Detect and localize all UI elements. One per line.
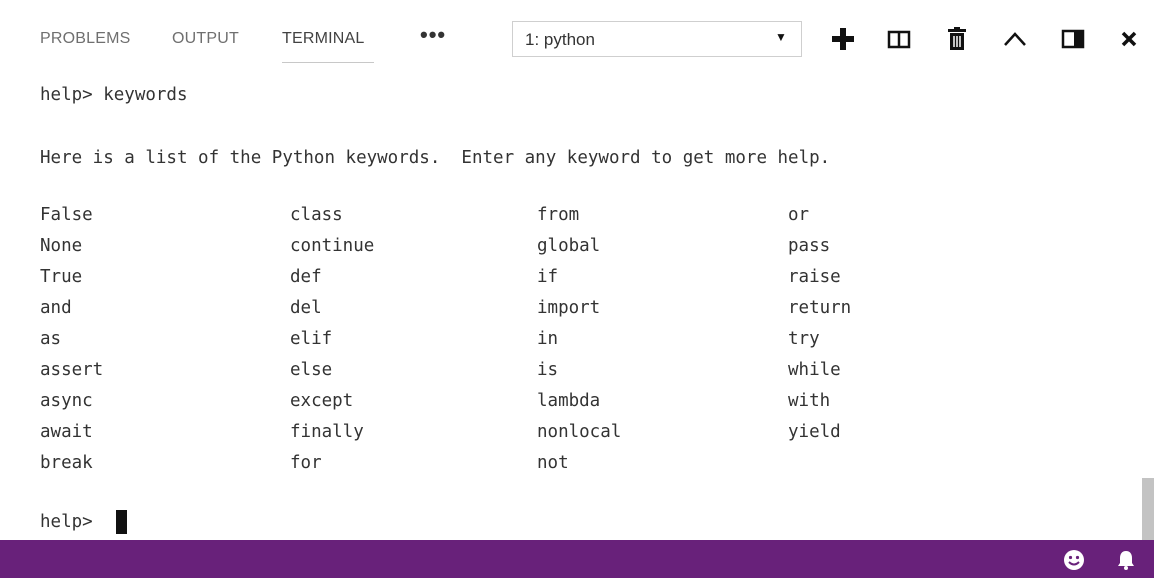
keyword-cell: await xyxy=(40,422,93,442)
terminal-cursor xyxy=(116,510,127,534)
panel-header: PROBLEMS OUTPUT TERMINAL ••• 1: python ▼ xyxy=(0,0,1154,80)
plus-icon[interactable] xyxy=(828,24,858,54)
command-line: help> keywords xyxy=(40,85,188,105)
active-tab-indicator xyxy=(282,62,374,63)
help-prompt: help> xyxy=(40,512,93,532)
keyword-cell: pass xyxy=(788,236,831,256)
keyword-cell: global xyxy=(537,236,601,256)
keyword-cell: True xyxy=(40,267,83,287)
keyword-cell: nonlocal xyxy=(537,422,622,442)
keyword-cell: except xyxy=(290,391,354,411)
keyword-cell: as xyxy=(40,329,62,349)
keyword-cell: in xyxy=(537,329,559,349)
keyword-cell: from xyxy=(537,205,580,225)
keyword-cell: and xyxy=(40,298,72,318)
keyword-cell: async xyxy=(40,391,93,411)
scrollbar[interactable] xyxy=(1142,478,1154,540)
keyword-cell: not xyxy=(537,453,569,473)
keywords-intro: Here is a list of the Python keywords. E… xyxy=(40,148,831,168)
terminal-select[interactable]: 1: python ▼ xyxy=(512,21,802,57)
keyword-cell: assert xyxy=(40,360,104,380)
split-icon[interactable] xyxy=(884,24,914,54)
chevron-up-icon[interactable] xyxy=(1000,24,1030,54)
keyword-cell: for xyxy=(290,453,322,473)
keyword-cell: import xyxy=(537,298,601,318)
keyword-cell: del xyxy=(290,298,322,318)
keyword-cell: if xyxy=(537,267,559,287)
keyword-cell: yield xyxy=(788,422,841,442)
more-actions-button[interactable]: ••• xyxy=(420,22,446,48)
dropdown-arrow-icon: ▼ xyxy=(775,30,787,44)
tab-problems[interactable]: PROBLEMS xyxy=(40,30,131,48)
maximize-panel-icon[interactable] xyxy=(1058,24,1088,54)
keyword-cell: False xyxy=(40,205,93,225)
keyword-cell: class xyxy=(290,205,343,225)
keyword-cell: try xyxy=(788,329,820,349)
keyword-cell: or xyxy=(788,205,810,225)
status-bar xyxy=(0,540,1154,578)
keyword-cell: with xyxy=(788,391,831,411)
keyword-cell: continue xyxy=(290,236,375,256)
keyword-cell: lambda xyxy=(537,391,601,411)
keyword-cell: return xyxy=(788,298,852,318)
keyword-cell: while xyxy=(788,360,841,380)
keyword-cell: finally xyxy=(290,422,364,442)
trash-icon[interactable] xyxy=(942,24,972,54)
keyword-cell: break xyxy=(40,453,93,473)
keyword-cell: raise xyxy=(788,267,841,287)
terminal-select-value: 1: python xyxy=(525,30,595,49)
keyword-cell: def xyxy=(290,267,322,287)
keyword-cell: is xyxy=(537,360,559,380)
keyword-cell: elif xyxy=(290,329,333,349)
bell-icon[interactable] xyxy=(1115,549,1137,571)
close-icon[interactable] xyxy=(1114,24,1144,54)
smiley-icon[interactable] xyxy=(1063,549,1085,571)
terminal-output[interactable]: help> keywords Here is a list of the Pyt… xyxy=(40,76,1130,540)
tab-output[interactable]: OUTPUT xyxy=(172,30,239,48)
keyword-cell: None xyxy=(40,236,83,256)
tab-terminal[interactable]: TERMINAL xyxy=(282,30,365,48)
keyword-cell: else xyxy=(290,360,333,380)
